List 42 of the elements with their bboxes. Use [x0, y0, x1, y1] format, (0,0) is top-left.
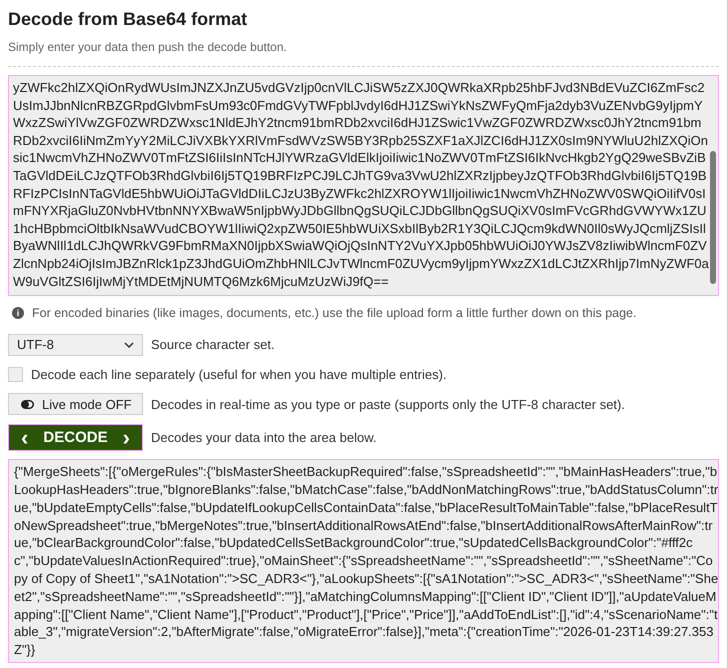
encoded-text-line: ByaWNlIl1dLCJhQWRkVG9FbmRMaXN0IjpbXSwiaWQiOjQsInNTY2VuYXJpb05hbWUiOiJ0YWJsZV8zIiwibWlncmF0ZV: [13, 237, 707, 255]
encoded-text-line: UsImJJbnNlcnRBZGRpdGlvbmFsUm93c0FmdGVyTWFpblJvdyI6dHJ1ZSwiYkNsZWFyQmFja2dyb3VuZENvbG9yIjpmY: [13, 96, 703, 114]
page-title: Decode from Base64 format: [8, 8, 248, 31]
option-description: Decodes in real-time as you type or paste (supports only the UTF-8 character set).: [151, 396, 625, 414]
decoded-text-line: apping":[["Client Name","Client Name"],["Product","Product"],["Price","Price"]],"aAddToEndList":[],"id":4,"sScenarioName":"t: [14, 606, 718, 624]
page-subtitle: Simply enter your data then push the decode button.: [8, 39, 287, 56]
decoded-text-line: et2","sSpreadsheetName":"","sSpreadsheetId":""}],"aMatchingColumnsMapping":[["Client ID","Client ID"]],"aUpdateValueM: [14, 588, 716, 606]
charset-select[interactable]: UTF-8: [8, 334, 143, 356]
decoded-text-line: Z"}}: [14, 641, 36, 660]
encoded-text-line: yZWFkc2hlZXQiOnRydWUsImJNZXJnZU5vdGVzIjp0cnVlLCJiSW5zZXJ0QWRkaXRpb25hbFJvd3NBdEVuZCI6ZmFsc2: [13, 79, 705, 97]
encoded-text-line: W9uVGltZSI6IjIwMjYtMDEtMjNUMTQ6Mzk6MjcuMzUzWiJ9fQ==: [13, 272, 389, 290]
encoded-text-line: RFIzPCIsInNTaGVldE5hbWUiOiJTaGVldDIiLCJzU3ByZWFkc2hlZXROYW1lIjoiIiwic1NwcmVhZHNoZWV0SWQiOiIifV0sI: [13, 184, 706, 202]
decoded-text-line: ue,"bClearBackgroundColor":false,"bUpdatedCellsSetBackgroundColor":true,"sUpdatedCellsBackgroundColor":"#fff2c: [14, 534, 693, 552]
encoded-text-line: WxzZSwiYlVwZGF0ZWRDZWxsc1NldEJhY2tncm91bmRDb2xvciI6dHJ1ZSwic1VwZGF0ZWRDZWxsc0JhY2tncm91bm: [13, 114, 702, 132]
toggle-icon: [21, 400, 34, 409]
decode-button[interactable]: ‹ DECODE ›: [8, 424, 143, 452]
decoded-text-line: able_3","migrateVersion":2,"bAfterMigrate":false,"oMigrateError":false}],"meta":{"creationTime":"2026-01-23T14:39:27.353: [14, 623, 714, 642]
decoded-text-line: oNewSpreadsheet":true,"bMergeNotes":true,"bInsertAdditionalRowsAtEnd":false,"bInsertAdditionalRowsAfterMainRow":tr: [14, 516, 713, 534]
live-mode-button[interactable]: Live mode OFF: [8, 393, 143, 416]
decoded-text-line: {"MergeSheets":[{"oMergeRules":{"bIsMasterSheetBackupRequired":false,"sSpreadsheetId":"","bMainHasHeaders":true,"b: [14, 463, 718, 482]
option-description: Source character set.: [151, 336, 275, 354]
decoded-text-line: py of Copy of Sheet1","sA1Notation":">SC_ADR3<"},"aLookupSheets":[{"sA1Notation":">SC_ADR3<","sSheetName":"She: [14, 570, 718, 588]
chevron-right-icon: ›: [122, 426, 130, 449]
input-field[interactable]: [8, 75, 719, 296]
decoded-text-line: LookupHasHeaders":true,"bIgnoreBlanks":false,"bMatchCase":false,"bAddNonMatchingRows":true,"bAddStatusColumn":tr: [14, 481, 718, 499]
encoded-text-line: ZlcnNpb24iOjIsImJBZnRlck1pZ3JhdGUiOmZhbHNlLCJvTWlncmF0ZUVycm9yIjpmYWxzZX1dLCJtZXRhIjp7ImNyZWF0a: [13, 254, 709, 273]
encoded-text-line: mFNYXRjaGluZ0NvbHVtbnNNYXBwaW5nIjpbWyJDbGllbnQgSUQiLCJDbGllbnQgSUQiXV0sImFVcGRhdGVWYWx1ZU: [13, 202, 706, 220]
info-icon: i: [12, 307, 24, 320]
decoded-text-line: c","bUpdateValuesInActionRequired":true},"oMainSheet":{"sSpreadsheetName":"","sSpreadsheetId":"","sSheetName":"Co: [14, 552, 713, 570]
output-field[interactable]: [8, 459, 719, 664]
info-text: For encoded binaries (like images, documents, etc.) use the file upload form a little further down on this page.: [32, 305, 636, 322]
chevron-down-icon: [124, 342, 134, 348]
checkbox[interactable]: [8, 367, 23, 382]
option-description: Decode each line separately (useful for when you have multiple entries).: [31, 366, 447, 384]
encoded-text-line: RDb2xvciI6IiNmZmYyY2MiLCJiVXBkYXRlVmFsdWVzSW5BY3Rpb25SZXF1aXJlZCI6dHJ1ZX0sIm9NYWluU2hlZXQiOn: [13, 132, 708, 150]
encoded-text-line: sic1NwcmVhZHNoZWV0TmFtZSI6IiIsInNTcHJlYWRzaGVldElkIjoiIiwic1NoZWV0TmFtZSI6IkNvcHkgb2YgQ29weSBvZiB: [13, 149, 706, 167]
option-description: Decodes your data into the area below.: [151, 429, 376, 447]
chevron-left-icon: ‹: [21, 426, 28, 449]
decoded-text-line: ue,"bUpdateEmptyCells":false,"bUpdateIfLookupCellsContainData":false,"bPlaceResultToMainTable":false,"bPlaceResultT: [14, 498, 718, 517]
encoded-text-line: TaGVldDEiLCJzQTFOb3RhdGlvbiI6Ij5TQ19BRFIzPCJ9LCJhTG9va3VwU2hlZXRzIjpbeyJzQTFOb3RhdGlvbiI6Ij5TQ19B: [13, 166, 707, 185]
scrollbar-thumb[interactable]: [710, 151, 716, 284]
encoded-text-line: 1hcHBpbmciOltbIkNsaWVudCBOYW1lIiwiQ2xpZW50IE5hbWUiXSxbIlByb2R1Y3QiLCJQcm9kdWN0Il0sWyJQcmljZSIsIl: [13, 220, 706, 238]
